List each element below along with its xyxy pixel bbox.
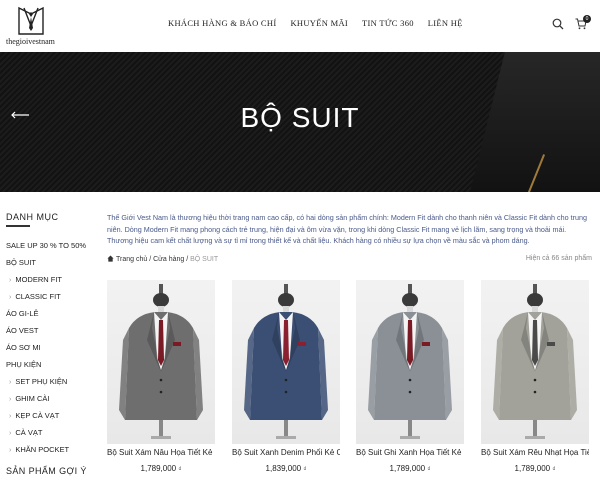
sidebar-item[interactable]: › CÀ VẠT (6, 424, 96, 441)
page-title: BỘ SUIT (240, 102, 360, 133)
nav-item-tin-tuc[interactable]: TIN TỨC 360 (362, 18, 414, 28)
suit-logo-icon (18, 6, 44, 35)
breadcrumb-current: BỘ SUIT (190, 256, 219, 263)
product-card[interactable]: Bộ Suit Ghi Xanh Họa Tiết Kẻ M 1,789,000… (356, 280, 464, 473)
sidebar-item-label: MODERN FIT (15, 275, 63, 284)
sidebar-item[interactable]: › KHĂN POCKET (6, 441, 96, 458)
sidebar-item[interactable]: ÁO GI-LÊ (6, 305, 96, 322)
nav-item-khuyen-mai[interactable]: KHUYẾN MÃI (290, 18, 348, 28)
breadcrumb-home[interactable]: Trang chủ (116, 256, 147, 263)
chevron-right-icon: › (9, 396, 12, 403)
sidebar-list: SALE UP 30 % TO 50% BỘ SUIT › MODERN FIT › CL… (6, 237, 96, 458)
price-value: 1,789,000 (389, 464, 426, 473)
sidebar-item[interactable]: BỘ SUIT (6, 254, 96, 271)
price-value: 1,789,000 (514, 464, 551, 473)
chevron-right-icon: › (9, 294, 12, 301)
sidebar-item[interactable]: PHỤ KIỆN (6, 356, 96, 373)
category-description: Thế Giới Vest Nam là thương hiệu thời tr… (107, 213, 588, 245)
sidebar-item-label: SALE UP 30 % TO 50% (6, 241, 87, 250)
product-name[interactable]: Bộ Suit Xám Rêu Nhạt Họa Tiết (481, 448, 589, 457)
cart-count-badge: 0 (583, 15, 591, 23)
sidebar-item[interactable]: › SET PHỤ KIỆN (6, 373, 96, 390)
logo-text: thegioivestnam (6, 37, 55, 46)
product-name[interactable]: Bộ Suit Xanh Denim Phối Kẻ Ca (232, 448, 340, 457)
result-count: Hiện cả 66 sản phẩm (525, 255, 592, 262)
search-icon[interactable] (552, 18, 564, 30)
chevron-right-icon: › (9, 447, 12, 454)
site-header: thegioivestnam KHÁCH HÀNG & BÁO CHÍ KHUY… (0, 0, 600, 52)
chevron-right-icon: › (9, 277, 12, 284)
product-price: 1,789,000 ₫ (107, 464, 215, 473)
price-value: 1,839,000 (265, 464, 302, 473)
chevron-right-icon: › (9, 430, 12, 437)
sidebar-item-label: SET PHỤ KIỆN (15, 377, 68, 386)
sidebar-item-label: GHIM CÀI (15, 394, 50, 403)
nav-item-khach-hang[interactable]: KHÁCH HÀNG & BÁO CHÍ (168, 18, 276, 28)
suit-mannequin-icon (368, 284, 452, 439)
currency-symbol: ₫ (552, 467, 556, 473)
product-price: 1,839,000 ₫ (232, 464, 340, 473)
sidebar-heading-underline (6, 225, 30, 227)
sidebar-item-label: CÀ VẠT (15, 428, 43, 437)
sidebar-heading: DANH MỤC (6, 212, 59, 222)
chevron-right-icon: › (9, 379, 12, 386)
product-image[interactable] (107, 280, 215, 444)
sidebar-item-label: PHỤ KIỆN (6, 360, 42, 369)
product-card[interactable]: Bộ Suit Xám Nâu Họa Tiết Kẻ C 1,789,000 … (107, 280, 215, 473)
product-image[interactable] (356, 280, 464, 444)
product-image[interactable] (481, 280, 589, 444)
chevron-right-icon: › (9, 413, 12, 420)
logo[interactable]: thegioivestnam (6, 4, 58, 48)
sidebar-item[interactable]: SALE UP 30 % TO 50% (6, 237, 96, 254)
sidebar-item-label: KHĂN POCKET (15, 445, 70, 454)
suit-mannequin-icon (119, 284, 203, 439)
product-image[interactable] (232, 280, 340, 444)
nav-item-lien-he[interactable]: LIÊN HỆ (428, 18, 463, 28)
product-price: 1,789,000 ₫ (481, 464, 589, 473)
sidebar-item-label: ÁO GI-LÊ (6, 309, 39, 318)
sidebar-item-label: BỘ SUIT (6, 258, 37, 267)
sidebar-item[interactable]: ÁO VEST (6, 322, 96, 339)
main-nav: KHÁCH HÀNG & BÁO CHÍ KHUYẾN MÃI TIN TỨC … (168, 18, 477, 28)
sidebar-item[interactable]: › KẸP CÀ VẠT (6, 407, 96, 424)
breadcrumb-shop[interactable]: Cửa hàng (153, 256, 184, 263)
sidebar-item[interactable]: › GHIM CÀI (6, 390, 96, 407)
currency-symbol: ₫ (303, 467, 307, 473)
breadcrumb: Trang chủ / Cửa hàng / BỘ SUIT (107, 255, 218, 263)
home-icon (107, 255, 114, 262)
sidebar-item-label: ÁO SƠ MI (6, 343, 41, 352)
sidebar-item[interactable]: ÁO SƠ MI (6, 339, 96, 356)
product-card[interactable]: Bộ Suit Xám Rêu Nhạt Họa Tiết 1,789,000 … (481, 280, 589, 473)
sidebar-item-label: KẸP CÀ VẠT (15, 411, 60, 420)
sidebar-item-label: ÁO VEST (6, 326, 39, 335)
sidebar-item[interactable]: › MODERN FIT (6, 271, 96, 288)
category-banner: BỘ SUIT (0, 52, 600, 192)
currency-symbol: ₫ (427, 467, 431, 473)
suit-mannequin-icon (244, 284, 328, 439)
product-card[interactable]: Bộ Suit Xanh Denim Phối Kẻ Ca 1,839,000 … (232, 280, 340, 473)
category-sidebar: DANH MỤC SALE UP 30 % TO 50% BỘ SUIT › MODE… (6, 212, 96, 458)
suit-mannequin-icon (493, 284, 577, 439)
price-value: 1,789,000 (140, 464, 177, 473)
sidebar-suggested-heading: SẢN PHẨM GỢI Ý (6, 466, 87, 476)
product-price: 1,789,000 ₫ (356, 464, 464, 473)
currency-symbol: ₫ (178, 467, 182, 473)
product-name[interactable]: Bộ Suit Xám Nâu Họa Tiết Kẻ C (107, 448, 215, 457)
sidebar-item[interactable]: › CLASSIC FIT (6, 288, 96, 305)
product-name[interactable]: Bộ Suit Ghi Xanh Họa Tiết Kẻ M (356, 448, 464, 457)
sidebar-item-label: CLASSIC FIT (15, 292, 61, 301)
